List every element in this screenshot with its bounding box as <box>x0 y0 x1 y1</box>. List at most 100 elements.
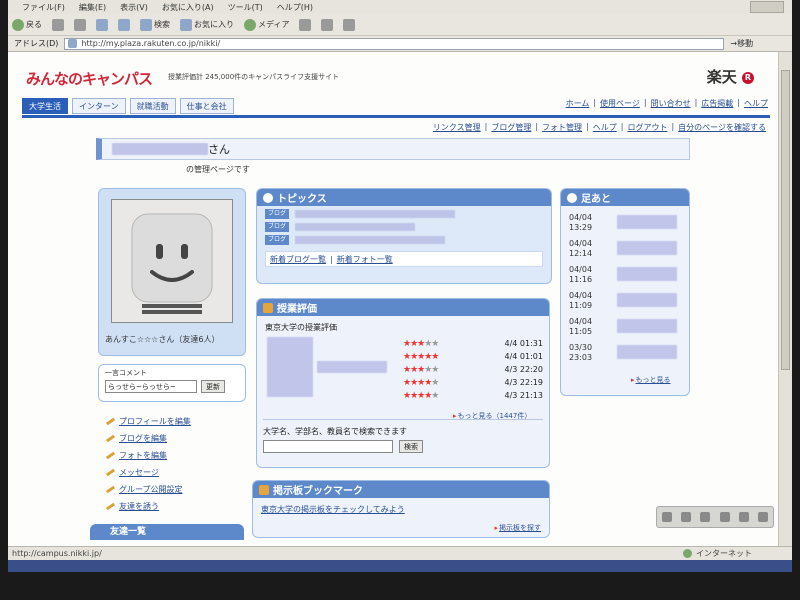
comment-label: 一言コメント <box>105 369 147 377</box>
avatar[interactable] <box>111 199 233 323</box>
link-help[interactable]: ヘルプ <box>744 98 768 109</box>
site-logo[interactable]: みんなのキャンパス <box>26 68 153 89</box>
menu-view[interactable]: 表示(V) <box>120 2 148 13</box>
rakuten-logo[interactable]: 楽天 R <box>707 66 754 87</box>
rating-row[interactable]: ★★★★★ 4/3 21:13 <box>403 391 543 401</box>
menu-group-settings-label: グループ公開設定 <box>119 485 183 494</box>
mail-button[interactable] <box>321 18 334 31</box>
menu-edit-photo[interactable]: フォトを編集 <box>105 450 191 461</box>
mail-icon[interactable] <box>700 512 711 522</box>
link-new-photos[interactable]: 新着フォト一覧 <box>337 254 393 265</box>
forward-button[interactable] <box>52 18 64 31</box>
search-button[interactable]: 検索 <box>140 18 170 31</box>
page-icon <box>68 39 78 48</box>
pencil-icon <box>105 502 116 511</box>
menu-favorites[interactable]: お気に入り(A) <box>162 2 214 13</box>
menu-invite-friends-label: 友達を誘う <box>119 502 159 511</box>
manage-note: の管理ページです <box>186 165 250 174</box>
side-menu: プロフィールを編集 ブログを編集 フォトを編集 メッセージ グループ公開設定 友… <box>105 416 191 512</box>
rating-time: 4/4 01:01 <box>504 352 543 361</box>
rating-row[interactable]: ★★★★★ 4/4 01:01 <box>403 352 543 362</box>
footprint-date: 04/04 <box>569 239 593 248</box>
comment-input[interactable]: らっせら~らっせら~ <box>105 380 197 393</box>
bbs-find-link[interactable]: 掲示板を探す <box>494 523 541 533</box>
menu-tools[interactable]: ツール(T) <box>228 2 263 13</box>
footprints-more-link[interactable]: もっと見る <box>631 375 671 385</box>
rating-row[interactable]: ★★★★★ 4/4 01:31 <box>403 339 543 349</box>
refresh-button[interactable] <box>96 18 108 31</box>
menu-help[interactable]: ヘルプ(H) <box>277 2 313 13</box>
rating-row[interactable]: ★★★★★ 4/3 22:20 <box>403 365 543 375</box>
history-button[interactable] <box>299 18 312 31</box>
menu-group-settings[interactable]: グループ公開設定 <box>105 484 191 495</box>
save-icon[interactable] <box>661 512 672 522</box>
favorites-button[interactable]: お気に入り <box>180 18 234 31</box>
menu-message[interactable]: メッセージ <box>105 467 191 478</box>
footprint-entry[interactable]: 04/04 12:14 <box>569 239 677 259</box>
link-links-manage[interactable]: リンクス管理 <box>433 122 481 133</box>
link-usage[interactable]: 使用ページ <box>600 98 640 109</box>
link-home[interactable]: ホーム <box>566 98 590 109</box>
user-name-box: さん <box>96 138 690 160</box>
star-rating-icon: ★★★★★ <box>403 391 439 401</box>
home-button[interactable] <box>118 18 130 31</box>
topic-row[interactable]: ブログ <box>265 235 543 245</box>
topic-row[interactable]: ブログ <box>265 209 543 219</box>
scroll-thumb[interactable] <box>781 70 790 370</box>
menu-bar: ファイル(F) 編集(E) 表示(V) お気に入り(A) ツール(T) ヘルプ(… <box>8 0 792 14</box>
tab-campus-life[interactable]: 大学生活 <box>22 98 68 114</box>
friends-list-heading: 友達一覧 <box>90 524 244 540</box>
footprint-entry[interactable]: 03/30 23:03 <box>569 343 677 363</box>
pencil-icon <box>105 485 116 494</box>
topic-row[interactable]: ブログ <box>265 222 543 232</box>
rating-row[interactable]: ★★★★★ 4/3 22:19 <box>403 378 543 388</box>
link-blog-manage[interactable]: ブログ管理 <box>491 122 531 133</box>
menu-invite-friends[interactable]: 友達を誘う <box>105 501 191 512</box>
star-rating-icon: ★★★★★ <box>403 339 439 349</box>
link-view-own-page[interactable]: 自分のページを確認する <box>678 122 766 133</box>
footprints-heading: 足あと <box>581 194 611 205</box>
zoom-icon[interactable] <box>738 512 749 522</box>
menu-file[interactable]: ファイル(F) <box>22 2 65 13</box>
rating-time: 4/3 21:13 <box>504 391 543 400</box>
footprint-entry[interactable]: 04/04 11:09 <box>569 291 677 311</box>
footprint-time: 13:29 <box>569 223 593 232</box>
blog-tag: ブログ <box>265 222 290 232</box>
settings-icon[interactable] <box>758 512 769 522</box>
url-input[interactable]: http://my.plaza.rakuten.co.jp/nikki/ <box>64 37 725 50</box>
go-button[interactable]: →移動 <box>730 38 753 49</box>
link-new-blogs[interactable]: 新着ブログ一覧 <box>270 254 326 265</box>
star-rating-icon: ★★★★★ <box>403 365 439 375</box>
menu-edit-profile[interactable]: プロフィールを編集 <box>105 416 191 427</box>
print-icon[interactable] <box>680 512 691 522</box>
link-logout[interactable]: ログアウト <box>627 122 667 133</box>
link-contact[interactable]: 問い合わせ <box>651 98 691 109</box>
media-button[interactable]: メディア <box>244 18 289 31</box>
ratings-search-input[interactable] <box>263 440 393 453</box>
print-icon <box>343 18 356 31</box>
folder-icon[interactable] <box>719 512 730 522</box>
footprint-entry[interactable]: 04/04 11:05 <box>569 317 677 337</box>
print-button[interactable] <box>343 18 356 31</box>
menu-edit[interactable]: 編集(E) <box>79 2 106 13</box>
footprint-entry[interactable]: 04/04 11:16 <box>569 265 677 285</box>
topics-panel: トピックス ブログ ブログ ブログ 新着ブログ一覧 | 新着フォト一覧 <box>256 188 552 284</box>
footprint-entry[interactable]: 04/04 13:29 <box>569 213 677 233</box>
menu-edit-blog[interactable]: ブログを編集 <box>105 433 191 444</box>
bbs-check-link[interactable]: 東京大学の掲示板をチェックしてみよう <box>261 504 549 515</box>
link-ads[interactable]: 広告掲載 <box>701 98 733 109</box>
tab-work-company[interactable]: 仕事と会社 <box>179 98 234 114</box>
stop-button[interactable] <box>74 18 86 31</box>
link-photo-manage[interactable]: フォト管理 <box>542 122 582 133</box>
ratings-search-button[interactable]: 検索 <box>399 440 423 453</box>
tab-intern[interactable]: インターン <box>72 98 126 114</box>
vertical-scrollbar[interactable] <box>778 52 792 546</box>
menu-message-label: メッセージ <box>119 468 159 477</box>
back-button[interactable]: 戻る <box>12 18 42 31</box>
address-label: アドレス(D) <box>14 39 59 48</box>
tab-job-hunting[interactable]: 就職活動 <box>129 98 176 114</box>
security-zone: インターネット <box>683 548 752 559</box>
blurred-username <box>112 143 208 155</box>
update-button[interactable]: 更新 <box>201 380 225 393</box>
link-help-2[interactable]: ヘルプ <box>593 122 617 133</box>
